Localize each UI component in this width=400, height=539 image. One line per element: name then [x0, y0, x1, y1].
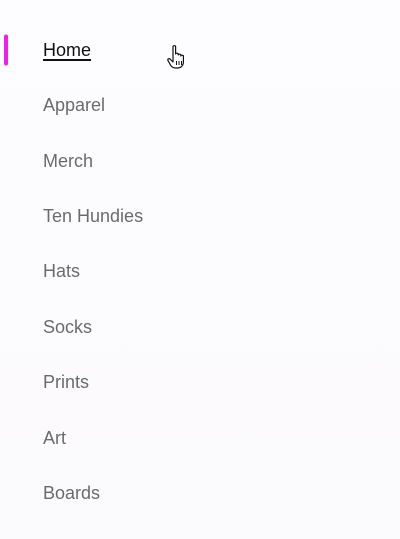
- nav-item-merch[interactable]: Merch: [0, 133, 400, 188]
- nav-item-boards[interactable]: Boards: [0, 465, 400, 520]
- nav-item-ten-hundies[interactable]: Ten Hundies: [0, 188, 400, 243]
- nav-item-socks[interactable]: Socks: [0, 299, 400, 354]
- nav-item-apparel[interactable]: Apparel: [0, 77, 400, 132]
- nav-item-art[interactable]: Art: [0, 410, 400, 465]
- nav-link-socks[interactable]: Socks: [43, 316, 92, 338]
- nav-link-merch[interactable]: Merch: [43, 150, 93, 172]
- nav-link-home[interactable]: Home: [43, 39, 91, 61]
- nav-link-hats[interactable]: Hats: [43, 260, 80, 282]
- nav-item-home[interactable]: Home: [0, 22, 400, 77]
- nav-item-hats[interactable]: Hats: [0, 243, 400, 298]
- active-indicator: [4, 34, 8, 65]
- nav-link-boards[interactable]: Boards: [43, 482, 100, 504]
- nav-link-apparel[interactable]: Apparel: [43, 94, 105, 116]
- nav-link-prints[interactable]: Prints: [43, 371, 89, 393]
- nav-link-art[interactable]: Art: [43, 427, 66, 449]
- nav-item-prints[interactable]: Prints: [0, 354, 400, 409]
- main-navigation: Home Apparel Merch Ten Hundies Hats Sock…: [0, 0, 400, 539]
- nav-link-ten-hundies[interactable]: Ten Hundies: [43, 205, 143, 227]
